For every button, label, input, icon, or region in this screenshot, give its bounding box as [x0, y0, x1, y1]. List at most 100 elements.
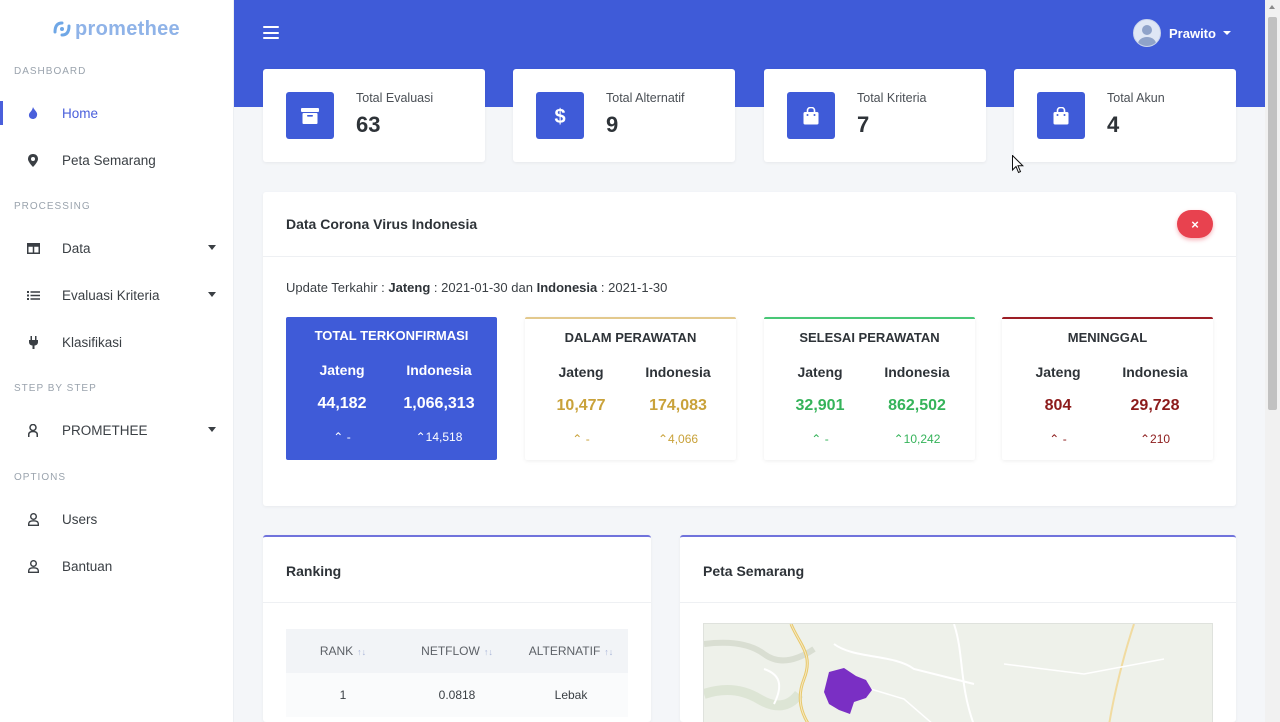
stat-card-total-akun: Total Akun 4: [1014, 69, 1236, 162]
sidebar-item-label: Data: [62, 240, 91, 256]
user-icon: [26, 512, 40, 526]
close-button[interactable]: ×: [1177, 210, 1213, 238]
chevron-up-icon: ⌃: [811, 432, 822, 446]
page-scrollbar[interactable]: [1265, 0, 1280, 722]
sidebar-item-label: Bantuan: [62, 558, 113, 574]
divider: [263, 602, 651, 603]
stat-card-total-alternatif: $ Total Alternatif 9: [513, 69, 735, 162]
column-header-netflow[interactable]: NETFLOW ↑↓: [400, 644, 514, 658]
covid-region-jateng: Jateng: [797, 364, 843, 380]
divider: [263, 256, 1236, 257]
scroll-up-icon[interactable]: [1269, 5, 1275, 9]
menu-toggle-icon[interactable]: [263, 26, 279, 39]
map-view[interactable]: [703, 623, 1213, 722]
sidebar-item-label: PROMETHEE: [62, 422, 148, 438]
delta-value: 14,518: [425, 430, 463, 444]
chevron-up-icon: ⌃: [333, 430, 344, 444]
covid-card-title: TOTAL TERKONFIRMASI: [314, 328, 469, 343]
svg-text:$: $: [554, 106, 565, 127]
shopping-bag-icon: [1037, 92, 1085, 139]
dollar-icon: $: [536, 92, 584, 139]
chevron-up-icon: ⌃: [893, 432, 904, 446]
covid-region-indonesia: Indonesia: [884, 364, 950, 380]
covid-value-indonesia: 862,502: [888, 397, 946, 414]
shopping-bag-icon: [787, 92, 835, 139]
update-date-jateng: : 2021-01-30 dan: [433, 280, 533, 295]
covid-region-indonesia: Indonesia: [406, 362, 472, 378]
caret-down-icon: [208, 245, 216, 250]
update-region-jateng: Jateng: [388, 280, 431, 295]
chevron-up-icon: ⌃: [415, 430, 426, 444]
scrollbar-thumb[interactable]: [1268, 17, 1277, 410]
user-menu[interactable]: Prawito: [1133, 19, 1231, 47]
corona-panel: Data Corona Virus Indonesia × Update Ter…: [263, 192, 1236, 506]
map-canvas: [704, 624, 1212, 722]
sidebar-item-home[interactable]: Home: [0, 93, 234, 133]
panel-title: Peta Semarang: [703, 563, 805, 579]
sidebar-item-promethee[interactable]: PROMETHEE: [0, 410, 234, 450]
stat-value: 63: [356, 112, 381, 137]
update-prefix: Update Terkahir :: [286, 280, 385, 295]
chevron-up-icon: ⌃: [572, 432, 583, 446]
map-marker-icon: [26, 153, 40, 167]
sidebar-heading-options: OPTIONS: [14, 472, 67, 483]
cell-rank: 1: [339, 688, 347, 702]
covid-delta-indonesia: ⌃210: [1105, 432, 1205, 446]
covid-value-indonesia: 1,066,313: [403, 395, 475, 412]
sidebar-item-peta-semarang[interactable]: Peta Semarang: [0, 140, 234, 180]
column-header-rank[interactable]: RANK ↑↓: [286, 644, 400, 658]
stat-value: 9: [606, 112, 619, 137]
chevron-up-icon: ⌃: [657, 432, 669, 446]
sidebar-item-klasifikasi[interactable]: Klasifikasi: [0, 322, 234, 362]
delta-value: -: [824, 432, 829, 446]
update-region-indonesia: Indonesia: [536, 280, 598, 295]
covid-region-jateng: Jateng: [558, 364, 604, 380]
map-panel: Peta Semarang: [680, 535, 1236, 722]
mouse-pointer-icon: [1012, 155, 1024, 174]
covid-value-jateng: 44,182: [317, 395, 367, 412]
delta-value: 4,066: [668, 432, 699, 446]
covid-card-dalam-perawatan: DALAM PERAWATAN Jateng Indonesia 10,477 …: [525, 317, 736, 460]
ranking-table: RANK ↑↓ NETFLOW ↑↓ ALTERNATIF ↑↓ 1 0.0818 L…: [286, 629, 628, 717]
covid-value-jateng: 10,477: [556, 397, 606, 414]
covid-card-total-terkonfirmasi: TOTAL TERKONFIRMASI Jateng Indonesia 44,…: [286, 317, 497, 460]
delta-value: 10,242: [903, 432, 941, 446]
sort-icon: ↑↓: [604, 647, 614, 657]
panel-title: Ranking: [286, 563, 342, 579]
stat-card-total-kriteria: Total Kriteria 7: [764, 69, 986, 162]
plug-icon: [26, 335, 40, 349]
column-label: ALTERNATIF: [528, 644, 601, 658]
logo-icon: [53, 21, 71, 37]
covid-region-jateng: Jateng: [319, 362, 365, 378]
stat-label: Total Evaluasi: [356, 91, 434, 105]
covid-region-jateng: Jateng: [1035, 364, 1081, 380]
sidebar-item-users[interactable]: Users: [0, 499, 234, 539]
user-icon: [26, 559, 40, 573]
user-name: Prawito: [1169, 25, 1216, 41]
stat-label: Total Akun: [1107, 91, 1165, 105]
covid-delta-indonesia: ⌃4,066: [628, 432, 728, 446]
sidebar-item-label: Evaluasi Kriteria: [62, 287, 160, 303]
covid-card-title: SELESAI PERAWATAN: [799, 330, 940, 345]
sidebar-item-label: Home: [62, 105, 99, 121]
covid-delta-jateng: ⌃ -: [531, 432, 631, 446]
column-header-alternatif[interactable]: ALTERNATIF ↑↓: [514, 644, 628, 658]
delta-value: -: [1062, 432, 1067, 446]
delta-value: 210: [1150, 432, 1171, 446]
update-line: Update Terkahir : Jateng : 2021-01-30 da…: [286, 280, 667, 295]
sidebar-item-label: Klasifikasi: [62, 334, 123, 350]
covid-value-indonesia: 29,728: [1130, 397, 1180, 414]
brand-logo[interactable]: promethee: [0, 0, 233, 58]
covid-region-indonesia: Indonesia: [1122, 364, 1188, 380]
sidebar-item-bantuan[interactable]: Bantuan: [0, 546, 234, 586]
covid-card-selesai-perawatan: SELESAI PERAWATAN Jateng Indonesia 32,90…: [764, 317, 975, 460]
stat-card-total-evaluasi: Total Evaluasi 63: [263, 69, 485, 162]
caret-down-icon: [208, 427, 216, 432]
sidebar-item-evaluasi-kriteria[interactable]: Evaluasi Kriteria: [0, 275, 234, 315]
sidebar-heading-dashboard: DASHBOARD: [14, 66, 87, 77]
stat-label: Total Kriteria: [857, 91, 927, 105]
sidebar-item-data[interactable]: Data: [0, 228, 234, 268]
caret-down-icon: [208, 292, 216, 297]
covid-delta-indonesia: ⌃10,242: [867, 432, 967, 446]
table-icon: [26, 241, 40, 255]
